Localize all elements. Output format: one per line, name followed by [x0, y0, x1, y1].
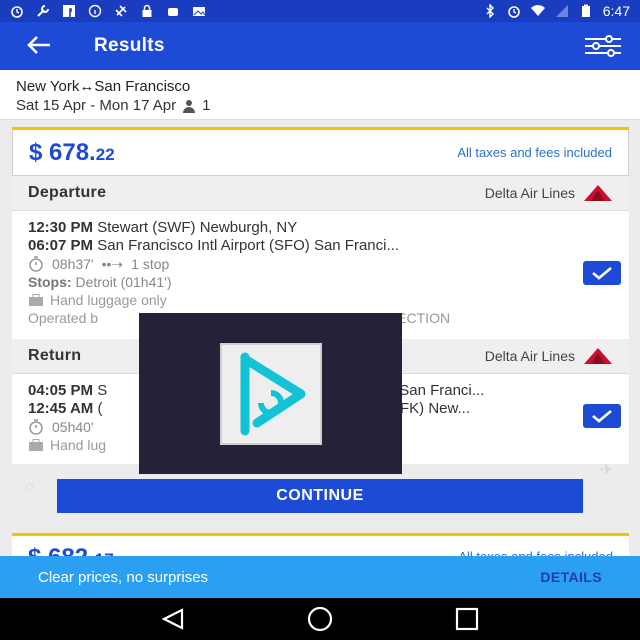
suitcase-icon: [29, 439, 43, 451]
status-bar: 6:47: [0, 0, 640, 22]
suitcase-icon: [29, 294, 43, 306]
departure-origin-row: 12:30 PM Stewart (SWF) Newburgh, NY: [28, 219, 298, 236]
back-button[interactable]: [26, 33, 66, 59]
recents-square-icon[interactable]: [454, 606, 480, 632]
photo-icon: [193, 7, 206, 16]
app-logo-overlay: [139, 313, 402, 474]
passenger-count: 1: [202, 97, 211, 114]
departure-airline: Delta Air Lines: [485, 184, 613, 202]
stops-detail: Stops: Detroit (01h41'): [28, 274, 172, 290]
return-airline: Delta Air Lines: [485, 347, 613, 365]
info-icon: [88, 4, 102, 18]
delta-logo-icon: [584, 348, 612, 364]
app-bar: Results: [0, 22, 640, 70]
battery-icon: [581, 4, 590, 17]
date-range: Sat 15 Apr - Mon 17 Apr: [16, 97, 177, 114]
price-row: $ 678.22 All taxes and fees included: [12, 130, 629, 176]
stopwatch-icon: [29, 256, 43, 272]
bluetooth-icon: [486, 4, 494, 18]
luggage-info: Hand luggage only: [28, 291, 613, 309]
sun-doodle-icon: ☼: [22, 478, 37, 495]
stops-arrow-icon: ••➝: [101, 256, 124, 272]
android-icon: [168, 8, 178, 16]
lock-icon: [142, 4, 152, 17]
origin-city: New York: [16, 78, 80, 95]
return-label: Return: [28, 347, 82, 364]
wifi-icon: [530, 5, 545, 16]
route-summary: New York↔San Francisco Sat 15 Apr - Mon …: [0, 70, 640, 120]
round-trip-icon: ↔: [79, 78, 95, 95]
departure-destination-row: 06:07 PM San Francisco Intl Airport (SFO…: [28, 237, 399, 254]
person-icon: [183, 99, 196, 113]
departure-label: Departure: [28, 184, 107, 201]
departure-select-checkbox[interactable]: [583, 261, 621, 285]
checkmark-icon: [592, 267, 612, 280]
destination-city: San Francisco: [94, 78, 191, 95]
facebook-icon: [63, 5, 75, 17]
total-price: $ 678.22: [29, 138, 115, 166]
home-circle-icon[interactable]: [305, 604, 335, 634]
details-link[interactable]: DETAILS: [540, 569, 602, 585]
info-banner: Clear prices, no surprises DETAILS: [0, 556, 640, 598]
alarm-icon: [507, 6, 520, 18]
arrow-left-icon: [27, 36, 50, 54]
wrench-icon: [37, 5, 49, 17]
signal-icon: [555, 5, 568, 17]
back-triangle-icon[interactable]: [160, 608, 186, 630]
alarm-icon: [11, 6, 23, 18]
status-time: 6:47: [602, 3, 630, 19]
departure-header: Departure Delta Air Lines: [12, 176, 629, 211]
delta-logo-icon: [584, 185, 612, 201]
route-cities: New York↔San Francisco: [16, 78, 624, 95]
play-logo-icon: [219, 342, 322, 445]
departure-duration-row: 08h37' ••➝ 1 stop: [28, 255, 613, 273]
continue-button[interactable]: CONTINUE: [57, 479, 583, 513]
sliders-icon: [585, 35, 621, 57]
taxes-note: All taxes and fees included: [457, 145, 612, 160]
trip-dates: Sat 15 Apr - Mon 17 Apr 1: [16, 97, 624, 114]
banner-text: Clear prices, no surprises: [38, 568, 209, 586]
page-title: Results: [94, 35, 165, 56]
return-select-checkbox[interactable]: [583, 404, 621, 428]
filter-button[interactable]: [584, 35, 622, 57]
checkmark-icon: [592, 410, 612, 423]
satellite-icon: [115, 5, 127, 17]
stopwatch-icon: [29, 419, 43, 435]
system-nav-bar: [0, 598, 640, 640]
